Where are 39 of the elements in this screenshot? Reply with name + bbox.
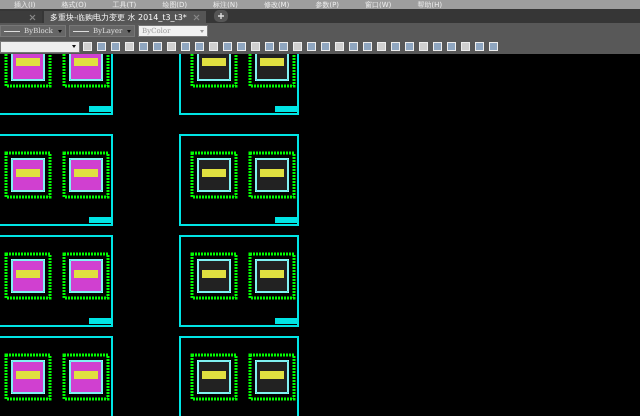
- caret-icon: [72, 45, 76, 48]
- toolbar-icon[interactable]: [96, 41, 107, 52]
- toolbar-icon[interactable]: [460, 41, 471, 52]
- document-tab[interactable]: [0, 11, 42, 23]
- toolbar-icon[interactable]: [446, 41, 457, 52]
- toolbar-icon[interactable]: [138, 41, 149, 52]
- layer-dropdown[interactable]: [0, 40, 80, 52]
- toolbar-icon[interactable]: [474, 41, 485, 52]
- toolbar-icon[interactable]: [180, 41, 191, 52]
- toolbar-icon[interactable]: [208, 41, 219, 52]
- toolbar-icon[interactable]: [488, 41, 499, 52]
- toolbar-icon[interactable]: [264, 41, 275, 52]
- toolbar-icon[interactable]: [166, 41, 177, 52]
- toolbar-icon[interactable]: [194, 41, 205, 52]
- caret-icon: [127, 30, 131, 32]
- toolbar-icon[interactable]: [348, 41, 359, 52]
- toolbar-icon[interactable]: [390, 41, 401, 52]
- toolbar-icon[interactable]: [236, 41, 247, 52]
- toolbar-icon[interactable]: [250, 41, 261, 52]
- toolbar-icon[interactable]: [432, 41, 443, 52]
- toolbar-icon[interactable]: [82, 41, 93, 52]
- toolbar-icon[interactable]: [362, 41, 373, 52]
- toolbar-icon[interactable]: [292, 41, 303, 52]
- toolbar-icon[interactable]: [222, 41, 233, 52]
- toolbar-icon[interactable]: [418, 41, 429, 52]
- toolbar-icon[interactable]: [404, 41, 415, 52]
- toolbar-icon[interactable]: [376, 41, 387, 52]
- caret-icon: [58, 30, 62, 32]
- document-tab[interactable]: 多重块-临购电力变更 水 2014_t3_t3*: [44, 11, 206, 23]
- caret-icon: [200, 30, 204, 32]
- toolbar-icon[interactable]: [320, 41, 331, 52]
- toolbar-icon[interactable]: [334, 41, 345, 52]
- toolbar-icon[interactable]: [124, 41, 135, 52]
- toolbar-icon[interactable]: [306, 41, 317, 52]
- close-icon[interactable]: [29, 14, 36, 20]
- toolbar-icon[interactable]: [152, 41, 163, 52]
- toolbar-icon[interactable]: [110, 41, 121, 52]
- new-tab-icon[interactable]: [214, 10, 228, 22]
- toolbar-icon[interactable]: [278, 41, 289, 52]
